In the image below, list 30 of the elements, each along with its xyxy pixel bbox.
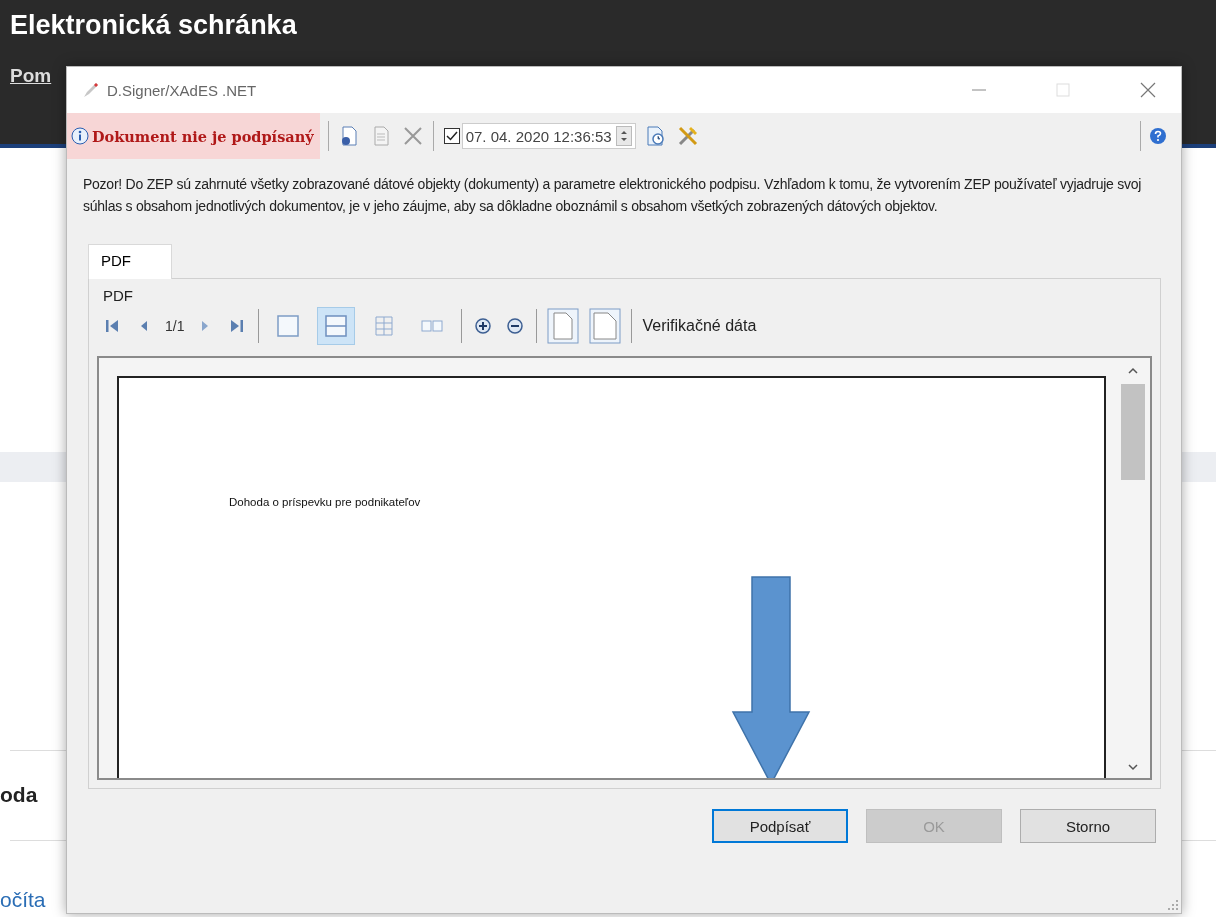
single-page-icon [275, 313, 302, 339]
page-icon[interactable] [589, 308, 622, 344]
verification-data-link[interactable]: Verifikačné dáta [642, 317, 757, 335]
dialog-button[interactable]: Storno [1020, 809, 1156, 843]
dialog-button[interactable]: Podpísať [712, 809, 848, 843]
view-mode-button[interactable] [317, 307, 356, 345]
checkbox[interactable] [443, 128, 460, 144]
help-icon[interactable] [1149, 127, 1167, 145]
section-heading: oda [0, 783, 38, 807]
warning-text: Pozor! Do ZEP sú zahrnuté všetky zobrazované dátové objekty (dokumenty) a parametre elektronického podpisu. Vzhľadom k tomu, že vytvorením ZEP používateľ vyjadruje svoj súhlas s obsahom jednotlivých dokumentov, je v jeho záujme, aby sa dôkladne oboznámil s obsahom všetkých zobrazených dátových objektov. [83, 175, 1143, 216]
nav-link[interactable]: Pom [10, 65, 52, 87]
spinner-icon[interactable] [615, 126, 632, 146]
scrollbar-thumb[interactable] [1121, 384, 1145, 480]
page-counter: 1/1 [165, 318, 185, 334]
datetime-field[interactable]: 07. 04. 2020 12:36:53 [461, 123, 636, 149]
site-title: Elektronická schránka [10, 10, 298, 41]
document-text: Dohoda o príspevku pre podnikateľov [229, 496, 421, 508]
resize-grip[interactable] [1168, 900, 1178, 910]
pen-icon [81, 80, 101, 100]
info-icon [71, 127, 89, 145]
viewer-label: PDF [103, 287, 134, 304]
status-label: Dokument nie je podpísaný [67, 113, 320, 159]
close-icon[interactable] [1139, 81, 1157, 99]
tab[interactable]: PDF [88, 244, 172, 279]
scroll-up-icon[interactable] [1127, 366, 1139, 376]
page-link[interactable]: očíta [0, 888, 46, 912]
window-title: D.Signer/XAdES .NET [107, 81, 257, 99]
page-icon[interactable] [547, 308, 580, 344]
split-view-icon [323, 313, 350, 339]
scroll-down-icon[interactable] [1127, 762, 1139, 772]
